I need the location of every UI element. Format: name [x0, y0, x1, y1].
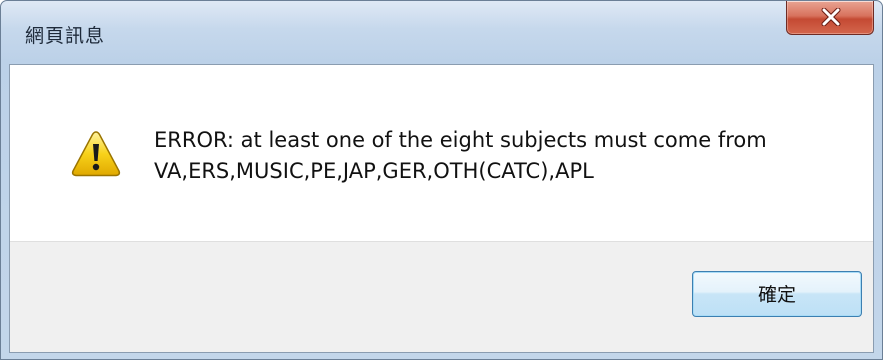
message-text: ERROR: at least one of the eight subject…	[154, 125, 854, 187]
message-line-2: VA,ERS,MUSIC,PE,JAP,GER,OTH(CATC),APL	[154, 159, 594, 183]
close-button[interactable]	[786, 1, 874, 35]
button-area: 確定	[10, 241, 873, 352]
ok-button[interactable]: 確定	[692, 271, 862, 317]
message-line-1: ERROR: at least one of the eight subject…	[154, 128, 767, 152]
warning-icon	[71, 131, 121, 177]
title-bar[interactable]: 網頁訊息	[1, 1, 882, 63]
message-area: ERROR: at least one of the eight subject…	[10, 65, 873, 241]
dialog-title: 網頁訊息	[25, 25, 106, 47]
close-icon	[821, 8, 841, 26]
dialog-body: ERROR: at least one of the eight subject…	[9, 64, 874, 353]
message-dialog-window: 網頁訊息 ERROR: at least one of the eight su…	[0, 0, 883, 360]
